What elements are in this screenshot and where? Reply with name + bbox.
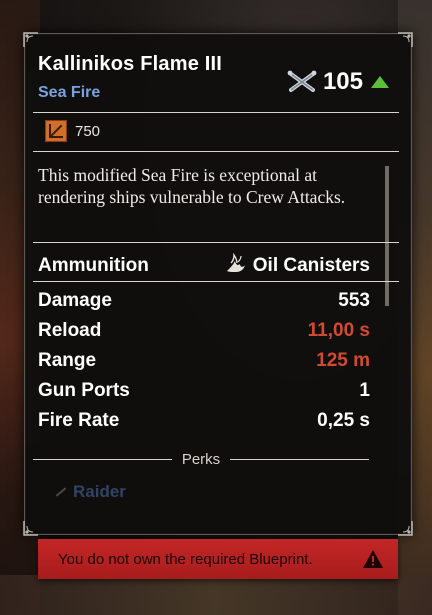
power-value: 105: [322, 68, 363, 95]
perk-icon: [55, 487, 67, 497]
stat-row-ammunition: Ammunition Oil Canisters: [38, 252, 370, 279]
stat-row-damage: Damage 553: [38, 290, 370, 312]
item-description: This modified Sea Fire is exceptional at…: [38, 165, 346, 207]
corner-ornament: [23, 32, 39, 48]
stat-label: Range: [38, 350, 97, 371]
stat-row-fire-rate: Fire Rate 0,25 s: [38, 410, 370, 432]
perks-label: Perks: [181, 451, 221, 468]
ammunition-value: Oil Canisters: [252, 255, 370, 276]
item-tooltip-panel: Kallinikos Flame III Sea Fire 105 750 Th…: [23, 32, 413, 536]
warning-triangle-icon: [362, 549, 384, 569]
material-crate-icon: [45, 120, 67, 142]
scrollbar[interactable]: [385, 166, 389, 306]
divider: [33, 151, 399, 152]
stat-value: 125 m: [316, 350, 370, 371]
item-name: Kallinikos Flame III: [38, 53, 223, 75]
divider: [33, 459, 172, 460]
stat-label: Reload: [38, 320, 102, 341]
stat-label: Fire Rate: [38, 410, 120, 431]
stat-label: Damage: [38, 290, 112, 311]
stat-row-range: Range 125 m: [38, 350, 370, 372]
divider: [33, 112, 399, 113]
item-power: 105: [287, 68, 389, 96]
divider: [33, 281, 399, 282]
background-bottom: [0, 575, 432, 615]
divider: [33, 242, 399, 243]
perks-header: Perks: [33, 451, 369, 468]
cost-value: 750: [75, 122, 101, 140]
stat-label: Ammunition: [38, 255, 149, 276]
stat-value: Oil Canisters: [225, 252, 370, 279]
corner-ornament: [23, 520, 39, 536]
corner-ornament: [397, 520, 413, 536]
stat-label: Gun Ports: [38, 380, 130, 401]
stat-value: 11,00 s: [307, 320, 370, 341]
perk-label: Raider: [73, 482, 126, 501]
blueprint-warning-banner: You do not own the required Blueprint.: [38, 539, 398, 579]
divider: [230, 459, 369, 460]
flame-icon: [225, 252, 247, 279]
corner-ornament: [397, 32, 413, 48]
upgrade-arrow-icon: [371, 76, 389, 88]
warning-text: You do not own the required Blueprint.: [58, 550, 313, 568]
item-type: Sea Fire: [38, 84, 101, 101]
crossed-cannons-icon: [287, 70, 317, 94]
stat-value: 553: [338, 290, 370, 311]
item-cost: 750: [45, 120, 100, 142]
stat-row-gun-ports: Gun Ports 1: [38, 380, 370, 402]
stat-value: 0,25 s: [317, 410, 370, 431]
perk-item: Raider: [55, 482, 126, 502]
stat-value: 1: [359, 380, 370, 401]
stat-row-reload: Reload 11,00 s: [38, 320, 370, 342]
